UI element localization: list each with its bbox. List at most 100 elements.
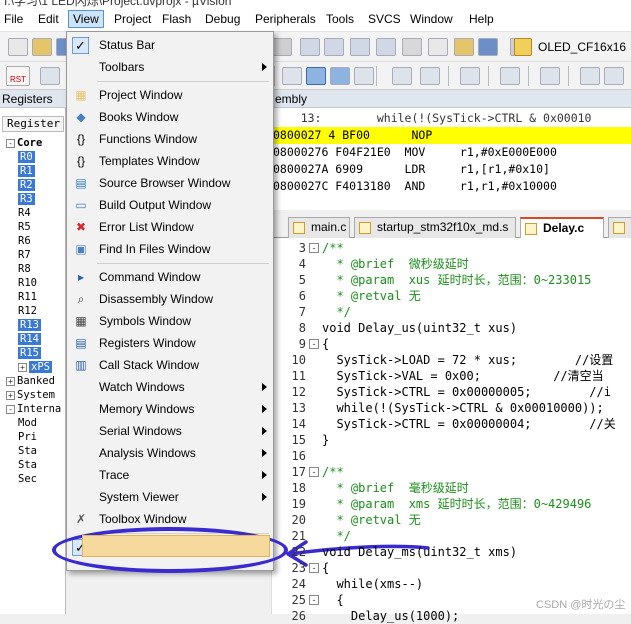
toolbar-button[interactable] — [454, 38, 474, 56]
editor-tab[interactable]: startup_stm32f10x_md.s — [354, 217, 516, 238]
expand-icon[interactable]: + — [6, 390, 15, 400]
fold-toggle-icon[interactable]: - — [309, 563, 319, 573]
disassembly-row[interactable]: 0800027 4 BF00 NOP — [273, 127, 631, 144]
menu-file[interactable]: File — [4, 12, 23, 26]
menu-item-status-bar[interactable]: ✓ Status Bar — [67, 34, 273, 56]
register-row[interactable]: R8 — [0, 262, 66, 276]
register-row[interactable]: R15 — [0, 346, 66, 360]
register-row[interactable]: - Core — [0, 136, 66, 150]
menu-svcs[interactable]: SVCS — [368, 12, 401, 26]
disassembly-row[interactable]: 0800027C F4013180 AND r1,r1,#0x10000 — [273, 178, 631, 195]
target-options-icon[interactable] — [514, 38, 532, 56]
code-line[interactable]: * @retval 无 — [322, 512, 420, 528]
collapse-icon[interactable]: - — [6, 404, 15, 414]
code-line[interactable]: * @param xus 延时时长，范围：0~233015 — [322, 272, 591, 288]
register-row[interactable]: Pri — [0, 430, 66, 444]
debug-toolbar-button[interactable] — [580, 67, 600, 85]
fold-toggle-icon[interactable]: - — [309, 467, 319, 477]
code-line[interactable]: * @brief 微秒级延时 — [322, 256, 468, 272]
menu-item-project-window[interactable]: ▦ Project Window — [67, 84, 273, 106]
register-row[interactable]: Mod — [0, 416, 66, 430]
debug-toolbar-button[interactable] — [392, 67, 412, 85]
toolbar-button[interactable] — [402, 38, 422, 56]
reset-button[interactable]: RST — [6, 66, 30, 86]
debug-toolbar-button[interactable] — [354, 67, 374, 85]
toolbar-button[interactable] — [300, 38, 320, 56]
menu-item-toolbars[interactable]: Toolbars — [67, 56, 273, 78]
code-line[interactable]: /** — [322, 464, 344, 480]
collapse-icon[interactable]: - — [6, 138, 15, 148]
fold-toggle-icon[interactable]: - — [309, 243, 319, 253]
code-line[interactable]: { — [322, 592, 343, 608]
debug-toolbar-button[interactable] — [460, 67, 480, 85]
toolbar-button[interactable] — [350, 38, 370, 56]
register-row[interactable]: + xPS — [0, 360, 66, 374]
register-row[interactable]: Sta — [0, 444, 66, 458]
menu-item-error-list-window[interactable]: ✖ Error List Window — [67, 216, 273, 238]
debug-toolbar-button[interactable] — [420, 67, 440, 85]
register-row[interactable]: R14 — [0, 332, 66, 346]
menu-item-functions-window[interactable]: {} Functions Window — [67, 128, 273, 150]
disassembly-row[interactable]: 13: while(!(SysTick->CTRL & 0x00010 — [273, 110, 631, 127]
code-line[interactable]: /** — [322, 240, 344, 256]
debug-toolbar-button[interactable] — [604, 67, 624, 85]
editor-tab[interactable]: main.c — [288, 217, 350, 238]
code-line[interactable]: */ — [322, 528, 350, 544]
code-line[interactable]: { — [322, 560, 329, 576]
register-row[interactable]: R0 — [0, 150, 66, 164]
debug-toolbar-button[interactable] — [40, 67, 60, 85]
register-row[interactable]: R5 — [0, 220, 66, 234]
code-line[interactable]: while(xms--) — [322, 576, 423, 592]
menu-item-source-browser-window[interactable]: ▤ Source Browser Window — [67, 172, 273, 194]
register-row[interactable]: Sec — [0, 472, 66, 486]
menu-item-build-output-window[interactable]: ▭ Build Output Window — [67, 194, 273, 216]
register-row[interactable]: R7 — [0, 248, 66, 262]
editor-tab[interactable]: stm — [608, 217, 631, 238]
register-row[interactable]: R3 — [0, 192, 66, 206]
debug-toolbar-button[interactable] — [330, 67, 350, 85]
toolbar-button[interactable] — [324, 38, 344, 56]
code-line[interactable]: * @param xms 延时时长，范围：0~429496 — [322, 496, 591, 512]
menu-help[interactable]: Help — [469, 12, 494, 26]
code-line[interactable]: while(!(SysTick->CTRL & 0x00010000)); — [322, 400, 603, 416]
menu-view[interactable]: View — [68, 10, 104, 28]
toolbar-button[interactable] — [272, 38, 292, 56]
toolbar-button[interactable] — [478, 38, 498, 56]
code-line[interactable]: * @retval 无 — [322, 288, 420, 304]
menu-flash[interactable]: Flash — [162, 12, 191, 26]
debug-toolbar-button[interactable] — [282, 67, 302, 85]
debug-toolbar-button[interactable] — [306, 67, 326, 85]
register-column-header[interactable]: Register — [2, 116, 64, 132]
menu-tools[interactable]: Tools — [326, 12, 354, 26]
register-row[interactable]: R10 — [0, 276, 66, 290]
register-row[interactable]: R12 — [0, 304, 66, 318]
code-line[interactable]: SysTick->LOAD = 72 * xus; //设置 — [322, 352, 613, 368]
menu-window[interactable]: Window — [410, 12, 453, 26]
code-line[interactable]: * @brief 毫秒级延时 — [322, 480, 468, 496]
toolbar-button[interactable] — [376, 38, 396, 56]
fold-toggle-icon[interactable]: - — [309, 595, 319, 605]
menu-item-templates-window[interactable]: {} Templates Window — [67, 150, 273, 172]
register-row[interactable]: R6 — [0, 234, 66, 248]
menu-debug[interactable]: Debug — [205, 12, 240, 26]
code-line[interactable]: SysTick->VAL = 0x00; //清空当 — [322, 368, 603, 384]
register-row[interactable]: - Interna — [0, 402, 66, 416]
editor-tab[interactable]: Delay.c — [520, 217, 604, 238]
register-row[interactable]: R11 — [0, 290, 66, 304]
toolbar-button[interactable] — [8, 38, 28, 56]
menu-peripherals[interactable]: Peripherals — [255, 12, 316, 26]
toolbar-button[interactable] — [32, 38, 52, 56]
code-line[interactable]: */ — [322, 304, 350, 320]
register-row[interactable]: R1 — [0, 164, 66, 178]
expand-icon[interactable]: + — [18, 362, 27, 372]
code-line[interactable]: Delay_us(1000); — [322, 608, 459, 624]
debug-toolbar-button[interactable] — [500, 67, 520, 85]
register-row[interactable]: Sta — [0, 458, 66, 472]
menu-item-books-window[interactable]: ◆ Books Window — [67, 106, 273, 128]
disassembly-row[interactable]: 0800027A 6909 LDR r1,[r1,#0x10] — [273, 161, 631, 178]
disassembly-row[interactable]: 08000276 F04F21E0 MOV r1,#0xE000E000 — [273, 144, 631, 161]
code-line[interactable]: void Delay_us(uint32_t xus) — [322, 320, 517, 336]
target-name[interactable]: OLED_CF16x16 — [538, 40, 626, 54]
menu-project[interactable]: Project — [114, 12, 151, 26]
register-row[interactable]: + Banked — [0, 374, 66, 388]
